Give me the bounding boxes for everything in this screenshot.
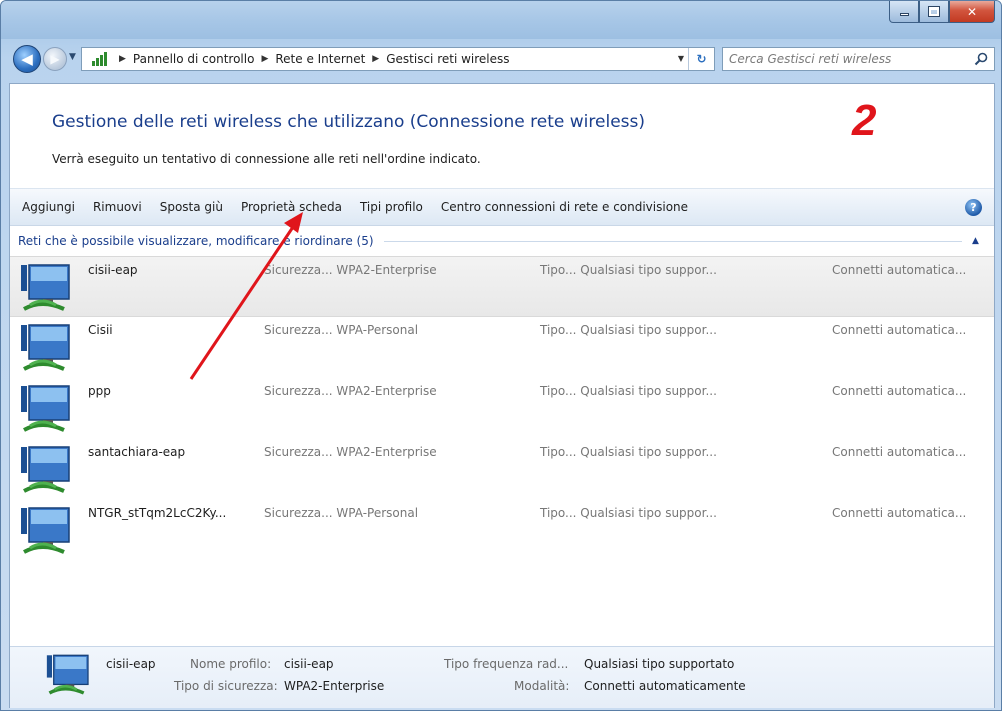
maximize-button[interactable] [919, 1, 949, 23]
add-button[interactable]: Aggiungi [10, 194, 84, 220]
control-panel-window: ✕ ◀ ▶ ▼ ▶ Pannello di controllo ▶ Rete e… [0, 0, 1002, 711]
radio-type-label: Tipo frequenza rad... [444, 657, 569, 671]
wireless-network-icon [20, 384, 76, 434]
help-icon: ? [970, 201, 977, 214]
network-security: Sicurezza... WPA-Personal [264, 506, 419, 520]
network-signal-icon [88, 49, 112, 69]
maximize-icon [928, 6, 940, 17]
mode-value: Connetti automaticamente [584, 679, 746, 693]
network-type: Tipo... Qualsiasi tipo suppor... [540, 445, 717, 459]
address-bar[interactable]: ▶ Pannello di controllo ▶ Rete e Interne… [81, 47, 715, 71]
navigation-bar: ◀ ▶ ▼ ▶ Pannello di controllo ▶ Rete e I… [1, 41, 1001, 75]
wireless-network-icon [20, 263, 76, 313]
breadcrumb-manage-wireless[interactable]: Gestisci reti wireless [386, 52, 509, 66]
security-type-label: Tipo di sicurezza: [174, 679, 278, 693]
network-name: NTGR_stTqm2LcC2Ky... [88, 506, 227, 520]
network-name: cisii-eap [88, 263, 138, 277]
arrow-left-icon: ◀ [21, 50, 33, 68]
minimize-button[interactable] [889, 1, 919, 23]
network-list: cisii-eap Sicurezza... WPA2-Enterprise T… [10, 256, 994, 561]
move-down-button[interactable]: Sposta giù [151, 194, 232, 220]
command-toolbar: Aggiungi Rimuovi Sposta giù Proprietà sc… [10, 188, 994, 226]
network-name: santachiara-eap [88, 445, 186, 459]
list-item[interactable]: Cisii Sicurezza... WPA-Personal Tipo... … [10, 317, 994, 378]
network-name: Cisii [88, 323, 113, 337]
chevron-right-icon: ▶ [372, 54, 380, 64]
wireless-network-icon [20, 445, 76, 495]
close-button[interactable]: ✕ [949, 1, 995, 23]
group-divider [383, 240, 962, 242]
network-name: ppp [88, 384, 111, 398]
network-group-header[interactable]: Reti che è possibile visualizzare, modif… [10, 226, 994, 256]
network-type: Tipo... Qualsiasi tipo suppor... [540, 506, 717, 520]
list-item[interactable]: santachiara-eap Sicurezza... WPA2-Enterp… [10, 439, 994, 500]
minimize-icon [899, 13, 909, 16]
wireless-network-icon [46, 653, 94, 697]
page-title: Gestione delle reti wireless che utilizz… [52, 112, 645, 132]
details-pane: cisii-eap Nome profilo: cisii-eap Tipo d… [10, 646, 994, 708]
address-dropdown-icon[interactable]: ▼ [678, 54, 684, 63]
chevron-right-icon: ▶ [261, 54, 269, 64]
network-mode: Connetti automatica... [832, 263, 967, 277]
group-title: Reti che è possibile visualizzare, modif… [18, 234, 374, 248]
network-security: Sicurezza... WPA2-Enterprise [264, 263, 437, 277]
list-item[interactable]: cisii-eap Sicurezza... WPA2-Enterprise T… [10, 256, 994, 317]
refresh-icon: ↻ [696, 52, 707, 66]
network-center-button[interactable]: Centro connessioni di rete e condivision… [432, 194, 697, 220]
network-mode: Connetti automatica... [832, 445, 967, 459]
refresh-button[interactable]: ↻ [688, 48, 714, 70]
mode-label: Modalità: [514, 679, 570, 693]
profile-name-label: Nome profilo: [190, 657, 272, 671]
breadcrumb: ▶ Pannello di controllo ▶ Rete e Interne… [112, 52, 510, 66]
network-security: Sicurezza... WPA2-Enterprise [264, 384, 437, 398]
details-network-name: cisii-eap [106, 657, 156, 671]
radio-type-value: Qualsiasi tipo supportato [584, 657, 735, 671]
chevron-down-icon: ▼ [69, 52, 76, 62]
content-pane: Gestione delle reti wireless che utilizz… [9, 83, 995, 708]
network-security: Sicurezza... WPA-Personal [264, 323, 419, 337]
network-security: Sicurezza... WPA2-Enterprise [264, 445, 437, 459]
remove-button[interactable]: Rimuovi [84, 194, 151, 220]
profile-name-value: cisii-eap [284, 657, 334, 671]
back-button[interactable]: ◀ [13, 45, 41, 73]
forward-button[interactable]: ▶ [43, 47, 67, 71]
help-button[interactable]: ? [965, 199, 982, 216]
search-box [722, 47, 995, 71]
breadcrumb-control-panel[interactable]: Pannello di controllo [133, 52, 255, 66]
list-item[interactable]: ppp Sicurezza... WPA2-Enterprise Tipo...… [10, 378, 994, 439]
search-input[interactable] [729, 52, 959, 66]
network-type: Tipo... Qualsiasi tipo suppor... [540, 263, 717, 277]
list-item[interactable]: NTGR_stTqm2LcC2Ky... Sicurezza... WPA-Pe… [10, 500, 994, 561]
search-icon[interactable] [974, 52, 988, 66]
close-icon: ✕ [966, 4, 978, 19]
adapter-properties-button[interactable]: Proprietà scheda [232, 194, 351, 220]
wireless-network-icon [20, 323, 76, 373]
caption-buttons: ✕ [889, 1, 995, 23]
annotation-number: 2 [852, 96, 877, 145]
arrow-right-icon: ▶ [50, 52, 60, 66]
network-type: Tipo... Qualsiasi tipo suppor... [540, 384, 717, 398]
security-type-value: WPA2-Enterprise [284, 679, 385, 693]
history-dropdown[interactable]: ▼ [69, 52, 76, 62]
profile-types-button[interactable]: Tipi profilo [351, 194, 432, 220]
network-mode: Connetti automatica... [832, 506, 967, 520]
chevron-right-icon: ▶ [119, 54, 126, 64]
wireless-network-icon [20, 506, 76, 556]
chevron-up-icon[interactable]: ▲ [972, 236, 984, 246]
network-type: Tipo... Qualsiasi tipo suppor... [540, 323, 717, 337]
page-header: Gestione delle reti wireless che utilizz… [10, 84, 994, 188]
breadcrumb-network-internet[interactable]: Rete e Internet [275, 52, 365, 66]
page-subtitle: Verrà eseguito un tentativo di connessio… [52, 152, 481, 166]
title-bar[interactable]: ✕ [1, 1, 1001, 39]
network-mode: Connetti automatica... [832, 384, 967, 398]
network-mode: Connetti automatica... [832, 323, 967, 337]
